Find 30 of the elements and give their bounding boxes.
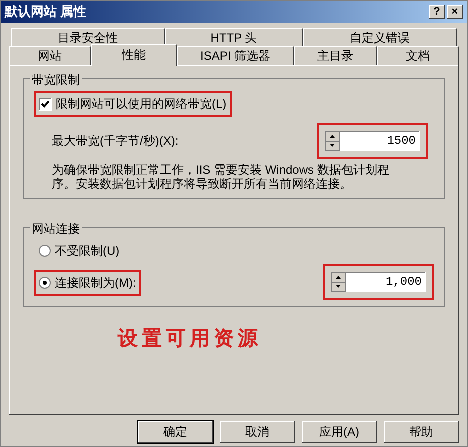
help-button[interactable]: ? <box>429 5 445 19</box>
number-field[interactable]: 1,000 <box>346 272 426 292</box>
tab[interactable]: 性能 <box>91 44 177 66</box>
radio-label[interactable]: 不受限制(U) <box>55 242 120 260</box>
dialog-button[interactable]: 取消 <box>220 421 295 443</box>
radio-button[interactable] <box>39 277 51 289</box>
spin-buttons[interactable] <box>331 272 346 292</box>
tab[interactable]: HTTP 头 <box>165 28 303 46</box>
close-button[interactable]: × <box>447 5 463 19</box>
radio-label[interactable]: 连接限制为(M): <box>55 274 136 292</box>
window-title: 默认网站 属性 <box>5 3 87 22</box>
group-title: 网站连接 <box>30 220 82 238</box>
tab[interactable]: 目录安全性 <box>11 28 166 46</box>
dialog-button[interactable]: 应用(A) <box>302 421 377 443</box>
spin-buttons[interactable] <box>325 131 340 151</box>
tab[interactable]: 主目录 <box>294 46 377 65</box>
tab[interactable]: 网站 <box>9 46 91 65</box>
tab[interactable]: 文档 <box>377 46 459 65</box>
group-title: 带宽限制 <box>30 71 82 89</box>
dialog-button[interactable]: 帮助 <box>384 421 459 443</box>
annotation-text: 设置可用资源 <box>118 326 262 350</box>
tab[interactable]: 自定义错误 <box>302 28 458 46</box>
number-field[interactable]: 1500 <box>340 131 420 151</box>
field-label: 最大带宽(千字节/秒)(X): <box>52 133 179 150</box>
tab[interactable]: ISAPI 筛选器 <box>177 46 294 65</box>
dialog-button[interactable]: 确定 <box>138 421 213 443</box>
info-text: 为确保带宽限制正常工作，IIS 需要安装 Windows 数据包计划程序。安装数据包计划程序将导致断开所有当前网络连接。 <box>51 163 390 191</box>
radio-button[interactable] <box>39 245 51 257</box>
checkbox[interactable] <box>39 98 52 110</box>
checkbox-label[interactable]: 限制网站可以使用的网络带宽(L) <box>56 95 227 113</box>
